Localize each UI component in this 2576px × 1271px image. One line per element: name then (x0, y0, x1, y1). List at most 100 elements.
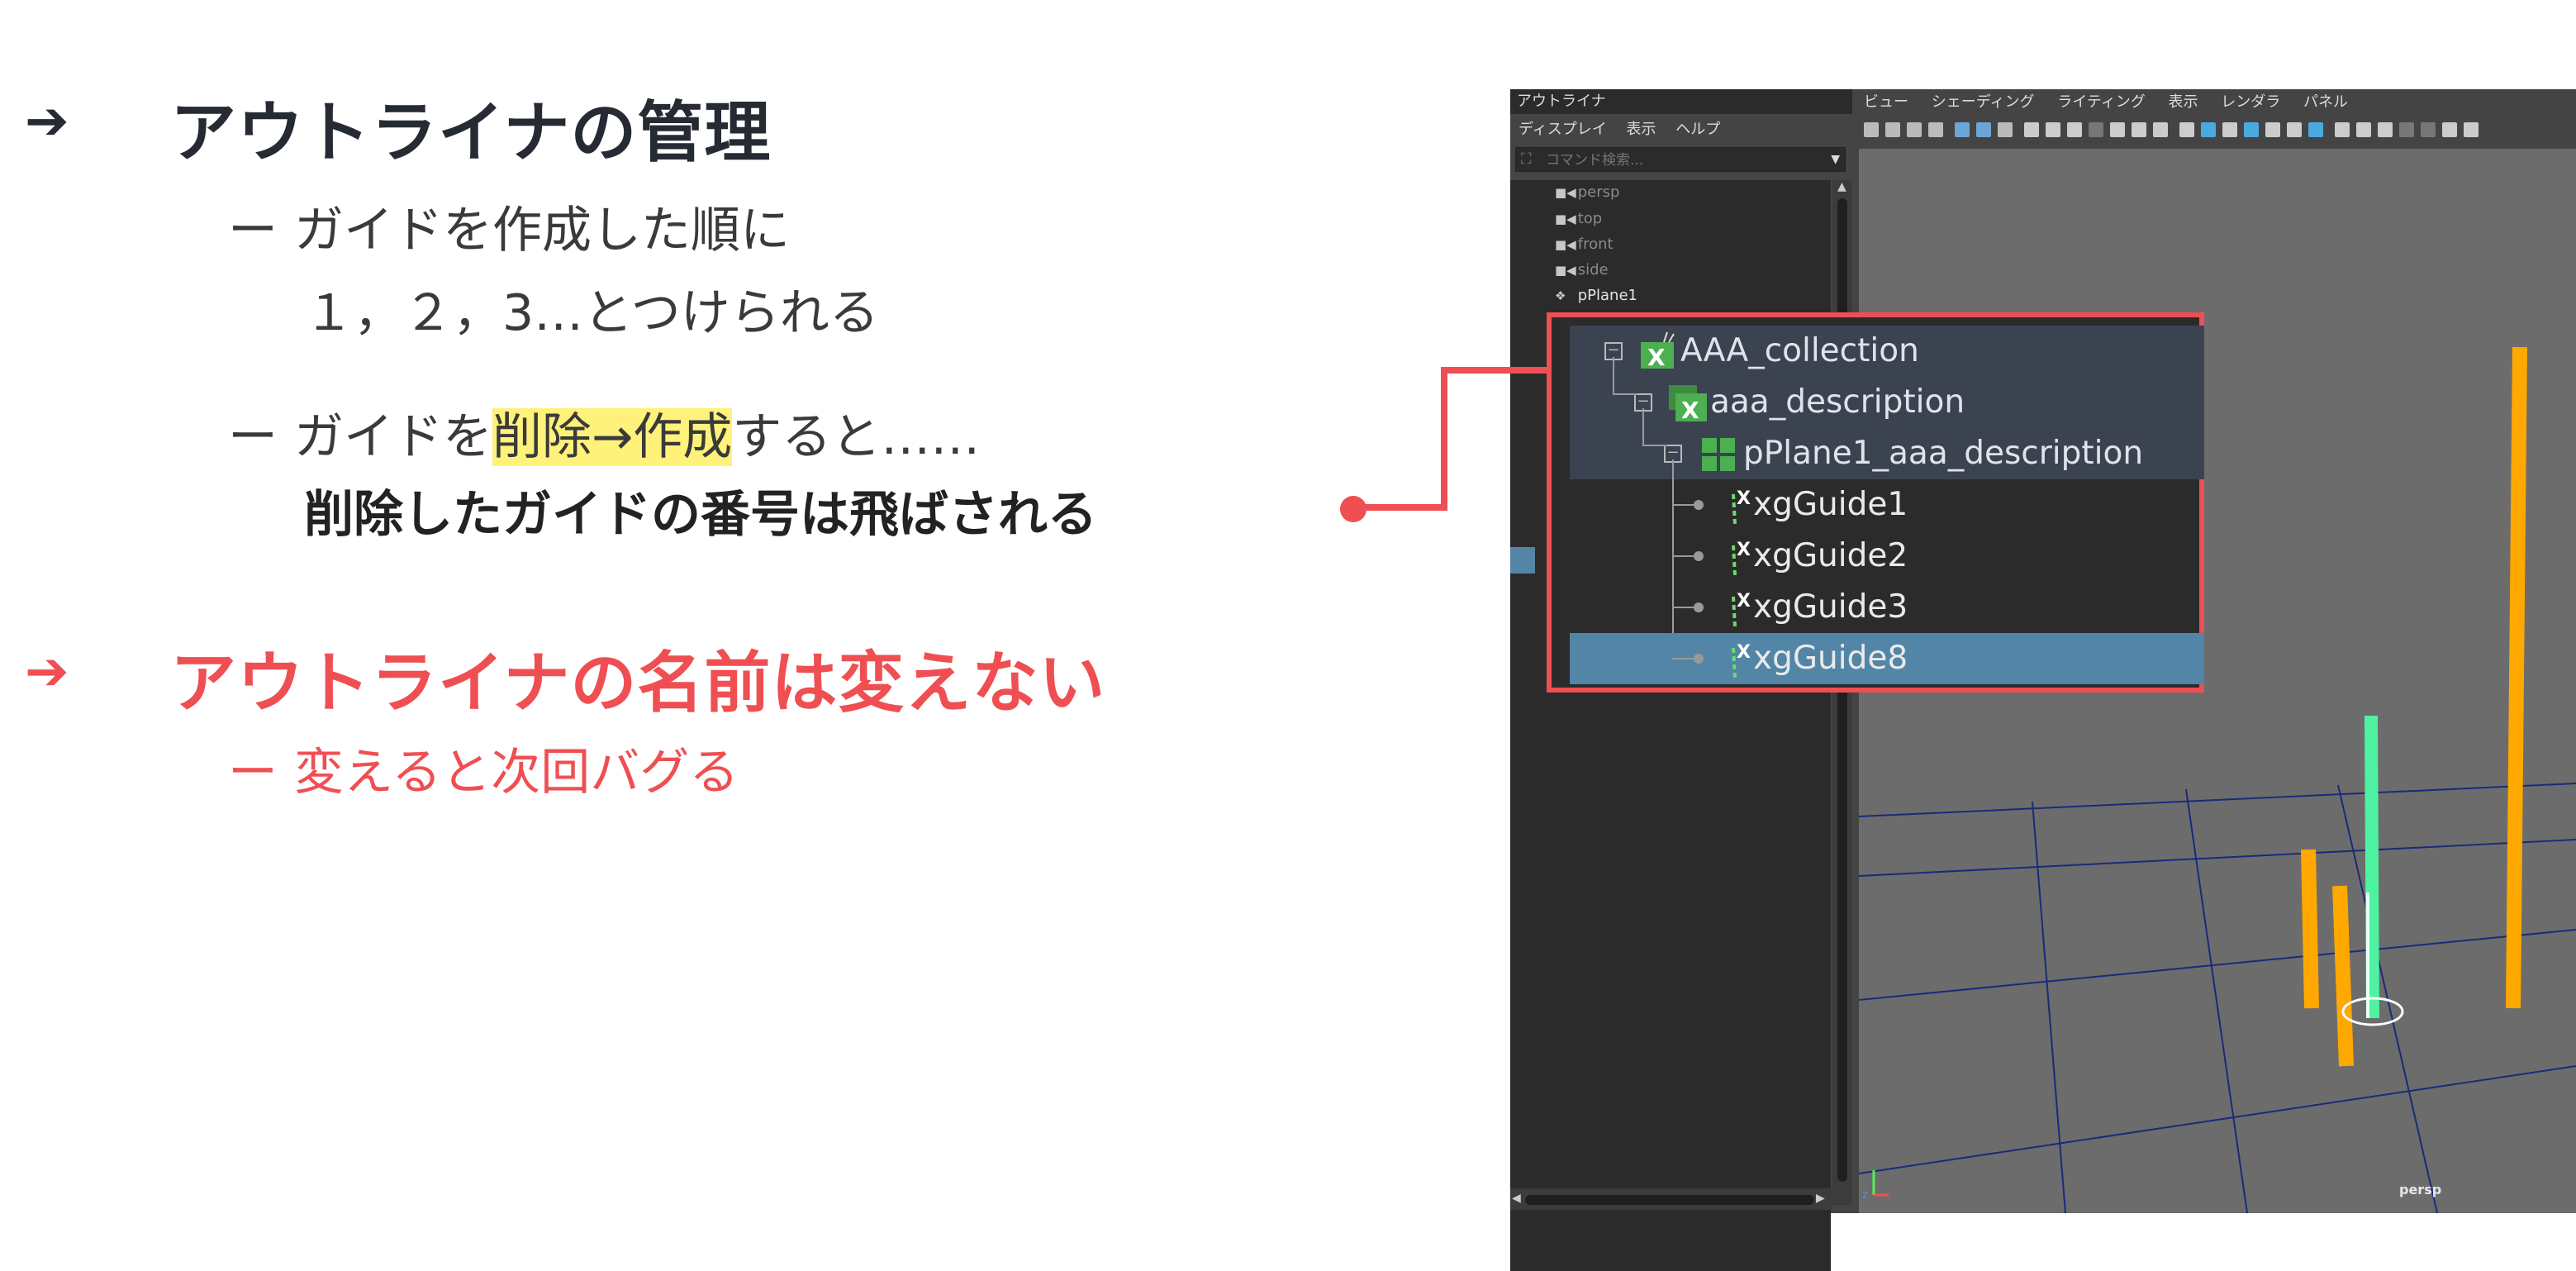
menu-show[interactable]: 表示 (2169, 93, 2198, 111)
outliner-item-pplane1[interactable]: ❖ pPlane1 (1555, 283, 1637, 308)
sub2-dash: ー (228, 408, 278, 466)
svg-text:X: X (1737, 642, 1751, 663)
wireframe-icon[interactable] (2179, 122, 2194, 137)
tree-connector-line (1642, 445, 1667, 446)
chevron-down-icon[interactable]: ▼ (1831, 148, 1840, 171)
tree-connector-line (1613, 357, 1614, 393)
tree-row-guide-selected[interactable]: X xgGuide8 (1570, 633, 2204, 684)
search-input[interactable] (1544, 150, 1812, 171)
menu-show[interactable]: 表示 (1626, 121, 1656, 138)
smooth-shade-icon[interactable] (2201, 122, 2216, 137)
outliner-item-persp[interactable]: ■◀ persp (1555, 180, 1619, 205)
camera-attr-icon[interactable] (1885, 122, 1900, 137)
antialias-icon[interactable] (2378, 122, 2393, 137)
tree-label: xgGuide1 (1753, 486, 1908, 523)
tree-row-guide[interactable]: X xgGuide3 (1570, 582, 2204, 633)
menu-renderer[interactable]: レンダラ (2221, 93, 2280, 111)
item-label: top (1577, 210, 1603, 227)
hud-icon[interactable] (2464, 122, 2479, 137)
tree-bullet (1694, 500, 1704, 510)
sub2-line1: ガイドを削除→作成すると…… (294, 397, 980, 469)
tree-bullet (1694, 551, 1704, 561)
menu-view[interactable]: ビュー (1864, 93, 1908, 111)
tree-label: aaa_description (1710, 383, 1965, 421)
image-plane-icon[interactable] (1928, 122, 1943, 137)
shadows-icon[interactable] (2308, 122, 2323, 137)
item-label: front (1577, 236, 1614, 253)
item-label: side (1577, 261, 1609, 278)
menu-shading[interactable]: シェーディング (1932, 93, 2035, 111)
menu-panels[interactable]: パネル (2303, 93, 2348, 111)
safe-action-icon[interactable] (2132, 122, 2146, 137)
outliner-item-side[interactable]: ■◀ side (1555, 258, 1609, 283)
item-label: persp (1577, 183, 1620, 201)
patch-icon (1702, 438, 1735, 471)
scroll-up-icon[interactable]: ▲ (1837, 180, 1846, 193)
safe-title-icon[interactable] (2153, 122, 2168, 137)
field-chart-icon[interactable] (2110, 122, 2125, 137)
connector-line-top (1441, 367, 1552, 374)
camera-icon: ■◀ (1555, 263, 1576, 278)
resolution-gate-icon[interactable] (2067, 122, 2082, 137)
lights-icon[interactable] (2287, 122, 2302, 137)
tree-bullet (1694, 654, 1704, 664)
viewport-menubar: ビュー シェーディング ライティング 表示 レンダラ パネル (1854, 89, 2576, 116)
sub1-line1: ガイドを作成した順に (294, 202, 790, 259)
tree-label: xgGuide3 (1753, 588, 1908, 626)
grease-pencil-icon[interactable] (1998, 122, 2013, 137)
bookmark-icon[interactable] (1907, 122, 1922, 137)
outliner-horizontal-scrollbar[interactable]: ◀ ▶ (1510, 1188, 1832, 1210)
xray-icon[interactable] (2244, 122, 2259, 137)
scroll-right-icon[interactable]: ▶ (1816, 1192, 1825, 1205)
sub1-line2: １，２，3…とつけられる (304, 284, 879, 342)
scroll-thumb[interactable] (1525, 1195, 1814, 1205)
outliner-menubar: ディスプレイ 表示 ヘルプ (1510, 114, 1852, 145)
heading-do-not-rename: アウトライナの名前は変えない (170, 645, 1106, 721)
guide-orange-2 (2332, 885, 2354, 1067)
item-label: pPlane1 (1577, 287, 1637, 304)
scroll-left-icon[interactable]: ◀ (1512, 1192, 1521, 1205)
camera-select-icon[interactable] (1864, 122, 1879, 137)
svg-text:z: z (1862, 1188, 1868, 1202)
svg-text:X: X (1737, 488, 1751, 509)
menu-help[interactable]: ヘルプ (1675, 121, 1720, 138)
tree-row-description[interactable]: − X aaa_description (1570, 377, 2204, 428)
guide-orange-3 (2506, 346, 2527, 1009)
outliner-item-top[interactable]: ■◀ top (1555, 207, 1602, 231)
ambient-occlusion-icon[interactable] (2335, 122, 2350, 137)
svg-text:X: X (1681, 397, 1699, 423)
film-gate-icon[interactable] (2046, 122, 2060, 137)
tree-row-patch[interactable]: − pPlane1_aaa_description (1570, 428, 2204, 479)
tree-label: pPlane1_aaa_description (1743, 435, 2144, 472)
pan-icon[interactable] (1976, 122, 1991, 137)
textures-icon[interactable] (2265, 122, 2280, 137)
search-bracket-icon: ⛶ (1521, 150, 1532, 168)
bullet-arrow-icon: ➔ (25, 641, 69, 702)
svg-text:X: X (1737, 591, 1751, 612)
tree-row-guide[interactable]: X xgGuide1 (1570, 479, 2204, 531)
xray-joints-icon[interactable] (2442, 122, 2457, 137)
tree-connector-line (1642, 408, 1644, 445)
depth-of-field-icon[interactable] (2399, 122, 2414, 137)
grid-icon[interactable] (2024, 122, 2039, 137)
motion-blur-icon[interactable] (2356, 122, 2371, 137)
axis-gizmo-icon: z (1862, 1170, 1889, 1202)
tree-row-guide[interactable]: X xgGuide2 (1570, 531, 2204, 582)
gate-mask-icon[interactable] (2089, 122, 2103, 137)
outliner-item-front[interactable]: ■◀ front (1555, 232, 1614, 257)
svg-text:X: X (1737, 540, 1751, 560)
tree-connector-line (1613, 393, 1637, 395)
menu-lighting[interactable]: ライティング (2057, 93, 2146, 111)
xgen-guides (2301, 346, 2527, 1067)
move-tool-icon[interactable] (1955, 122, 1970, 137)
tree-label: xgGuide2 (1753, 537, 1908, 574)
shade-wire-icon[interactable] (2222, 122, 2237, 137)
tree-row-collection[interactable]: − X AAA_collection (1570, 326, 2204, 377)
menu-display[interactable]: ディスプレイ (1519, 121, 1607, 138)
sub1-dash: ー (228, 202, 278, 259)
selected-row-strip[interactable] (1510, 547, 1535, 574)
sub2-after: すると…… (732, 408, 981, 466)
outliner-zoom-callout: − X AAA_collection − X aaa_description −… (1547, 312, 2204, 693)
sub3-text: 変えると次回バグる (294, 744, 739, 802)
isolate-select-icon[interactable] (2421, 122, 2436, 137)
